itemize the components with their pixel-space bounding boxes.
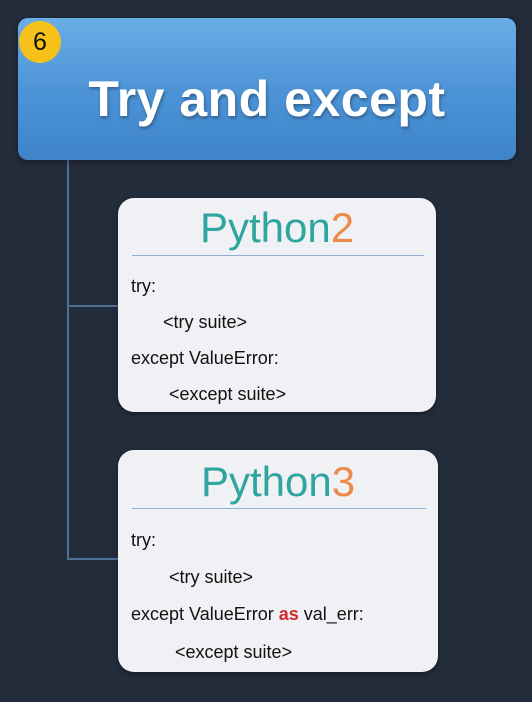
python3-card: Python3 try: <try suite> except ValueErr… <box>118 450 438 672</box>
code-line-try-suite: <try suite> <box>163 312 248 332</box>
code-keyword-as: as <box>278 604 299 624</box>
card-title-version: 3 <box>331 458 356 505</box>
header-banner: Try and except <box>18 18 516 160</box>
code-line-try: try: <box>131 276 156 296</box>
card-title-base: Python <box>200 458 332 505</box>
python2-card-title: Python2 <box>118 204 436 252</box>
code-except-clause: except ValueError <box>131 604 279 624</box>
step-number-badge: 6 <box>19 21 61 63</box>
card-divider <box>132 508 426 509</box>
code-line-except: except ValueError: <box>131 348 279 368</box>
page-title: Try and except <box>88 71 446 127</box>
code-alias: val_err: <box>298 604 364 624</box>
code-line-try-suite: <try suite> <box>169 567 254 587</box>
connector-branch-python2 <box>67 305 119 307</box>
card-divider <box>132 255 424 256</box>
connector-branch-python3 <box>67 558 119 560</box>
code-line-except-suite: <except suite> <box>175 642 293 662</box>
python2-card: Python2 try: <try suite> except ValueErr… <box>118 198 436 412</box>
code-line-except-suite: <except suite> <box>169 384 287 404</box>
connector-vertical <box>67 160 69 560</box>
python3-card-title: Python3 <box>118 458 438 506</box>
code-line-except: except ValueError as val_err: <box>131 604 364 625</box>
card-title-base: Python <box>199 204 331 251</box>
code-line-try: try: <box>131 530 156 550</box>
card-title-version: 2 <box>330 204 355 251</box>
